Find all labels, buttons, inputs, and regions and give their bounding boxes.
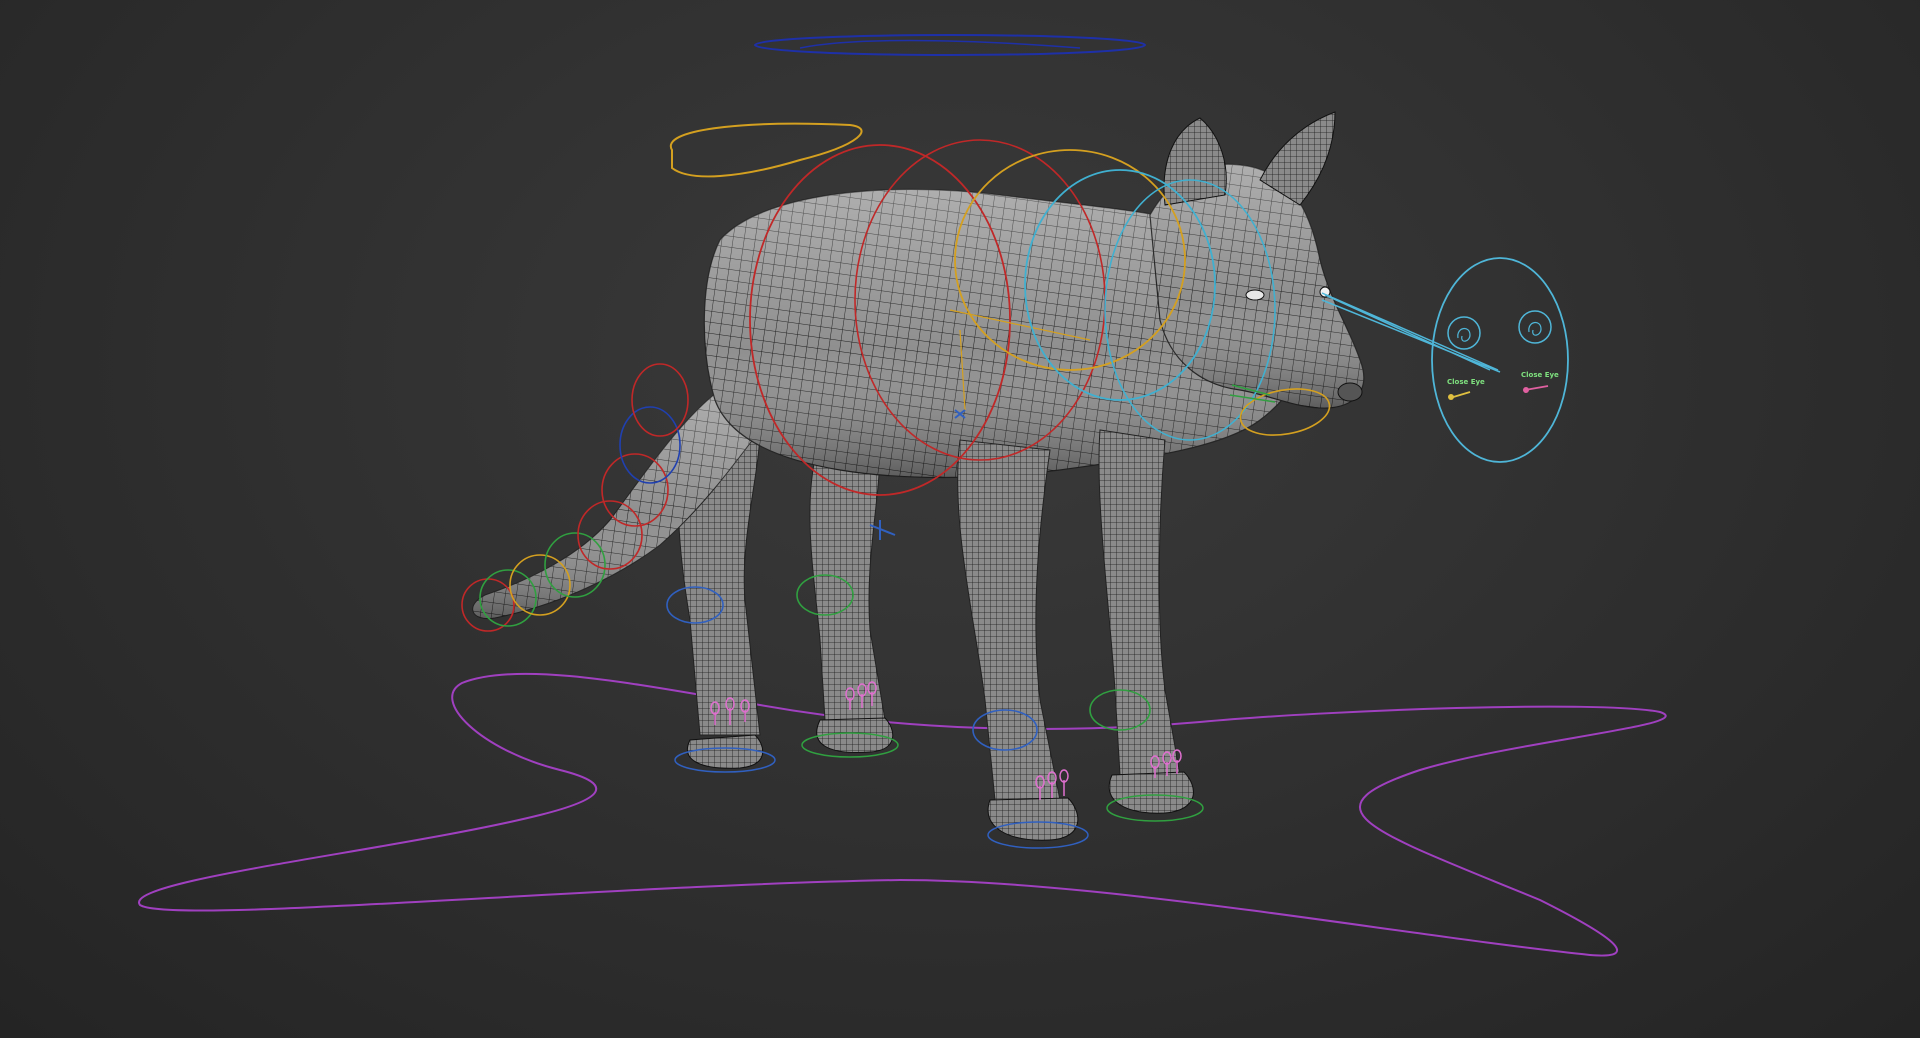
right-eye-control-icon xyxy=(1528,322,1542,336)
right-eye-control[interactable] xyxy=(1518,310,1552,344)
eye-controller-frame[interactable] xyxy=(1431,257,1569,463)
left-eye-control-icon xyxy=(1457,328,1471,342)
eye-controller[interactable]: Close Eye Close Eye xyxy=(1431,257,1569,463)
left-eye-control[interactable] xyxy=(1447,316,1481,350)
close-eye-left-label: Close Eye xyxy=(1447,378,1485,386)
front-legs xyxy=(957,429,1194,841)
scene-canvas[interactable]: Close Eye Close Eye xyxy=(0,0,1920,1038)
close-eye-right-label: Close Eye xyxy=(1521,371,1559,379)
eye xyxy=(1245,289,1265,301)
hip-controller[interactable] xyxy=(669,122,863,178)
top-controller-inner xyxy=(799,39,1081,49)
close-eye-right-knob[interactable] xyxy=(1523,387,1529,393)
root-controller[interactable] xyxy=(138,672,1667,957)
nose xyxy=(1337,382,1363,402)
3d-viewport[interactable]: Close Eye Close Eye xyxy=(0,0,1920,1038)
left-ear-mesh xyxy=(1163,117,1227,206)
close-eye-left-knob[interactable] xyxy=(1448,394,1454,400)
